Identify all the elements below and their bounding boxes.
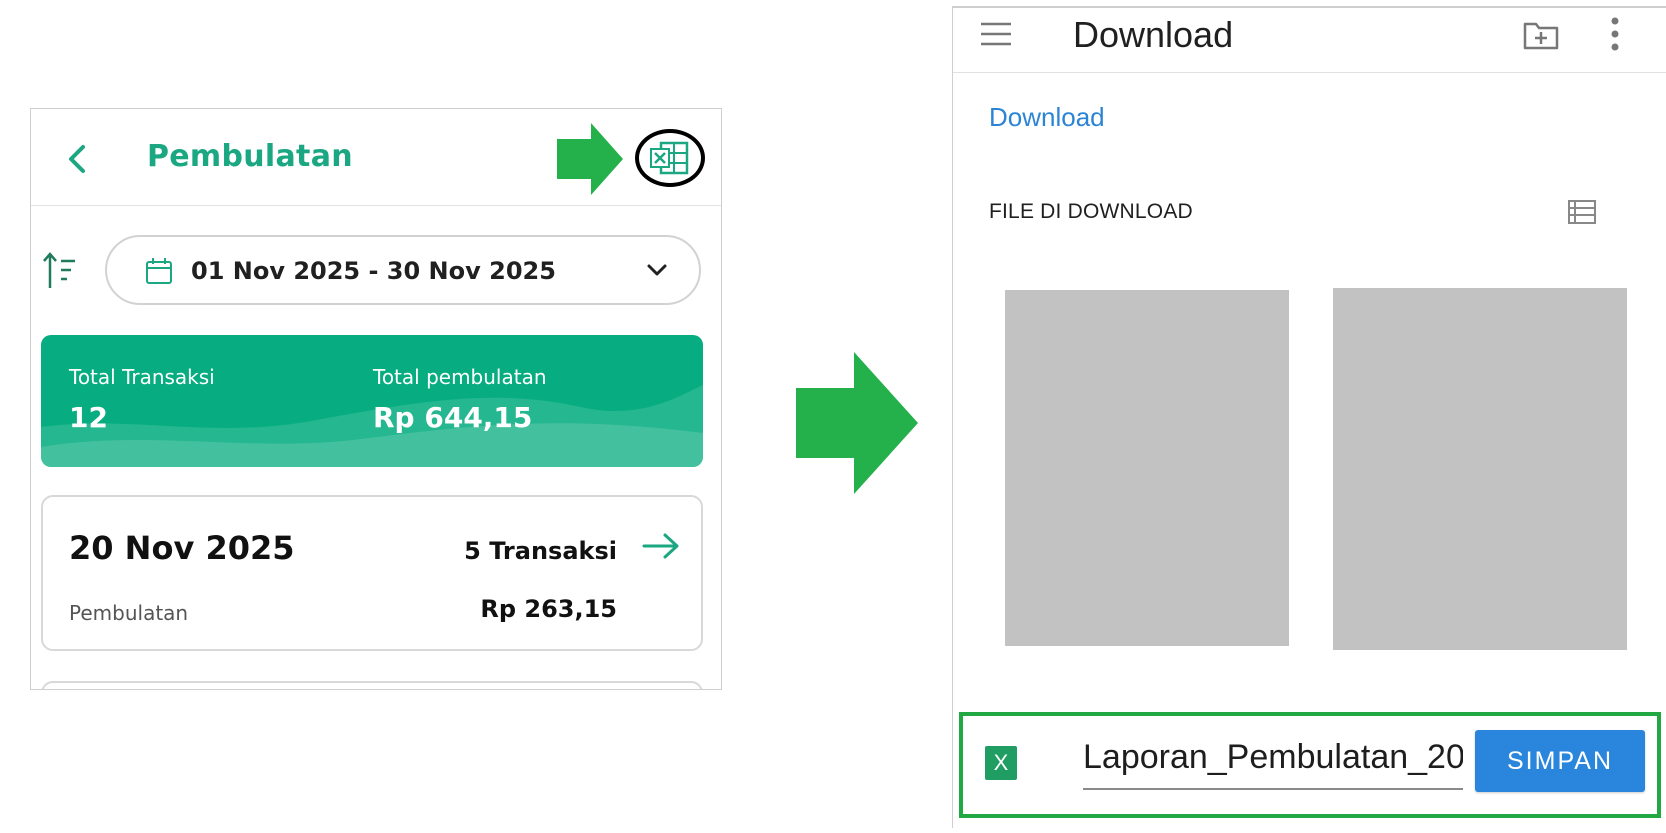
annotation-arrow: [796, 352, 918, 494]
new-folder-icon[interactable]: [1523, 18, 1559, 50]
date-range-selector[interactable]: 01 Nov 2025 - 30 Nov 2025: [105, 235, 701, 305]
calendar-icon: [146, 258, 172, 284]
day-date: 20 Nov 2025: [69, 529, 295, 567]
filename-input[interactable]: Laporan_Pembulatan_20: [1083, 738, 1463, 790]
hamburger-menu-icon[interactable]: [979, 20, 1013, 48]
day-amount: Rp 263,15: [480, 595, 617, 623]
total-rounding-label: Total pembulatan: [373, 365, 547, 389]
excel-file-icon: X: [985, 746, 1017, 780]
app-screen: Pembulatan 01 Nov 2025 - 30 Nov 2025 Tot…: [30, 108, 722, 690]
arrow-right-icon[interactable]: [641, 531, 681, 561]
file-picker-screen: Download Download FILE DI DOWNLOAD X Lap…: [952, 6, 1666, 828]
date-range-value: 01 Nov 2025 - 30 Nov 2025: [191, 257, 556, 285]
save-bar: X Laporan_Pembulatan_20 SIMPAN: [959, 712, 1661, 818]
summary-card: Total Transaksi 12 Total pembulatan Rp 6…: [41, 335, 703, 467]
section-header: FILE DI DOWNLOAD: [989, 200, 1193, 223]
save-button[interactable]: SIMPAN: [1475, 730, 1645, 792]
chevron-left-icon[interactable]: [63, 139, 93, 179]
excel-icon[interactable]: [649, 140, 689, 176]
file-thumbnail[interactable]: [1333, 288, 1627, 650]
day-entry-card[interactable]: 20 Nov 2025 5 Transaksi Pembulatan Rp 26…: [41, 495, 703, 651]
total-rounding-value: Rp 644,15: [373, 401, 533, 434]
screen-title: Pembulatan: [147, 139, 353, 174]
sort-ascending-icon[interactable]: [41, 251, 81, 291]
chevron-down-icon: [647, 264, 667, 276]
day-transaction-count: 5 Transaksi: [464, 537, 617, 565]
picker-title: Download: [1073, 14, 1234, 55]
day-entry-card-partial[interactable]: [41, 681, 703, 689]
wave-decoration: [41, 385, 703, 467]
annotation-arrow: [557, 123, 623, 195]
total-transactions-label: Total Transaksi: [69, 365, 215, 389]
top-border: [953, 6, 1666, 8]
list-view-icon[interactable]: [1567, 198, 1597, 226]
day-label: Pembulatan: [69, 601, 189, 625]
file-thumbnail[interactable]: [1005, 290, 1289, 646]
total-transactions-value: 12: [69, 401, 108, 434]
breadcrumb[interactable]: Download: [989, 102, 1105, 133]
header-divider: [31, 205, 721, 206]
appbar-divider: [953, 72, 1666, 73]
more-vertical-icon[interactable]: [1609, 16, 1621, 52]
